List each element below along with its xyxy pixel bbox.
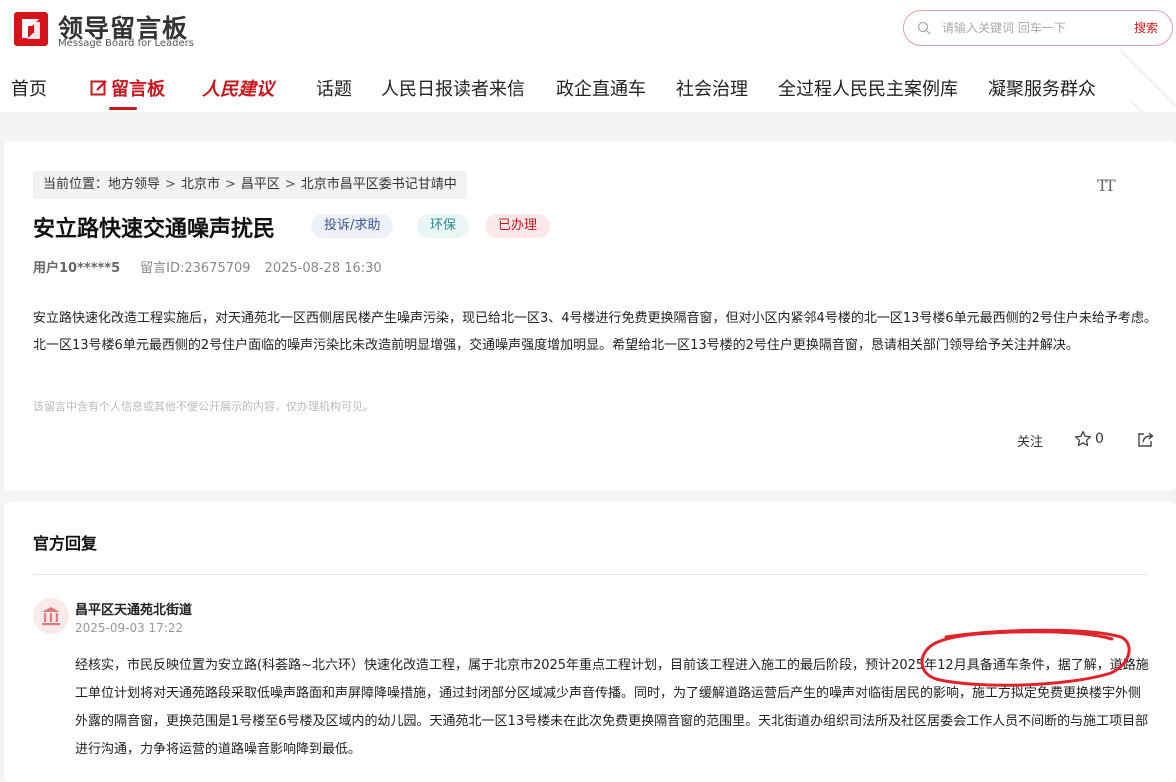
nav-home[interactable]: 首页 xyxy=(11,75,47,101)
nav-democracy-cases[interactable]: 全过程人民民主案例库 xyxy=(778,75,958,101)
message-actions: 关注 0 xyxy=(1017,430,1157,452)
logo-subtitle: Message Board for Leaders xyxy=(58,38,195,49)
message-id: 留言ID:23675709 xyxy=(140,261,251,276)
nav-message-board[interactable]: 留言板 xyxy=(90,75,165,101)
government-building-icon xyxy=(42,607,60,626)
nav-reader-letters[interactable]: 人民日报读者来信 xyxy=(381,75,525,101)
tag-type: 投诉/求助 xyxy=(311,214,394,238)
tag-category: 环保 xyxy=(417,214,470,238)
message-body: 安立路快速化改造工程实施后，对天通苑北一区西侧居民楼产生噪声污染，现已给北一区3… xyxy=(33,311,1157,353)
breadcrumb-item[interactable]: 北京市 xyxy=(181,177,220,192)
divider xyxy=(33,574,1147,575)
reply-heading: 官方回复 xyxy=(33,534,98,553)
reply-body-text: 经核实，市民反映位置为安立路(科荟路~北六环）快速化改造工程，属于北京市2025… xyxy=(75,658,866,673)
breadcrumb: 当前位置：地方领导 > 北京市 > 昌平区 > 北京市昌平区委书记甘靖中 xyxy=(33,171,467,199)
official-reply-card: 官方回复 昌平区天通苑北街道 2025-09-03 17:22 经核实，市民反映… xyxy=(4,502,1176,782)
message-datetime: 2025-08-28 16:30 xyxy=(264,261,382,276)
search-icon xyxy=(917,21,931,35)
share-icon[interactable] xyxy=(1137,431,1154,448)
breadcrumb-separator: > xyxy=(165,177,176,192)
logo-mark-icon xyxy=(14,12,48,46)
message-title: 安立路快速交通噪声扰民 xyxy=(33,217,276,242)
font-size-toggle[interactable]: TT xyxy=(1097,176,1116,195)
nav-serve-masses[interactable]: 凝聚服务群众 xyxy=(988,75,1096,101)
nav-topics[interactable]: 话题 xyxy=(316,75,352,101)
nav-people-suggestion[interactable]: 人民建议 xyxy=(202,75,274,101)
search-box: 搜索 xyxy=(903,10,1173,46)
status-badge: 已办理 xyxy=(485,214,551,238)
breadcrumb-item[interactable]: 北京市昌平区委书记甘靖中 xyxy=(301,177,457,192)
reply-time: 2025-09-03 17:22 xyxy=(75,621,184,635)
star-icon[interactable] xyxy=(1074,430,1092,448)
search-button[interactable]: 搜索 xyxy=(1134,19,1158,36)
breadcrumb-prefix: 当前位置： xyxy=(43,177,109,192)
privacy-note: 该留言中含有个人信息或其他不便公开展示的内容，仅办理机构可见。 xyxy=(33,400,374,413)
reply-body: 经核实，市民反映位置为安立路(科荟路~北六环）快速化改造工程，属于北京市2025… xyxy=(75,652,1149,764)
breadcrumb-separator: > xyxy=(224,177,236,192)
breadcrumb-item[interactable]: 昌平区 xyxy=(241,177,280,192)
site-logo[interactable]: 领导留言板 Message Board for Leaders xyxy=(12,10,212,50)
message-meta: 用户10*****5 留言ID:23675709 2025-08-28 16:30 xyxy=(33,257,382,276)
follow-button[interactable]: 关注 xyxy=(1017,431,1043,450)
like-count: 0 xyxy=(1095,431,1104,447)
nav-social-governance[interactable]: 社会治理 xyxy=(676,75,748,101)
avatar xyxy=(33,598,69,634)
reply-org-name: 昌平区天通苑北街道 xyxy=(75,603,193,618)
main-nav: 首页 留言板 人民建议 话题 人民日报读者来信 政企直通车 社会治理 全过程人民… xyxy=(0,72,1176,112)
breadcrumb-separator: > xyxy=(284,177,296,192)
site-header: 领导留言板 Message Board for Leaders 搜索 首页 留言… xyxy=(0,0,1176,112)
message-user: 用户10*****5 xyxy=(33,261,121,276)
nav-active-indicator xyxy=(109,107,137,110)
message-card: 当前位置：地方领导 > 北京市 > 昌平区 > 北京市昌平区委书记甘靖中 TT 安立路快速交… xyxy=(4,141,1176,491)
reply-highlighted-text: 预计2025年12月具备通车条件 xyxy=(865,658,1045,673)
breadcrumb-item[interactable]: 地方领导 xyxy=(108,177,160,192)
nav-gov-enterprise[interactable]: 政企直通车 xyxy=(556,75,646,101)
nav-message-board-label: 留言板 xyxy=(111,79,165,100)
search-input[interactable] xyxy=(942,17,1090,39)
edit-icon xyxy=(90,80,107,96)
